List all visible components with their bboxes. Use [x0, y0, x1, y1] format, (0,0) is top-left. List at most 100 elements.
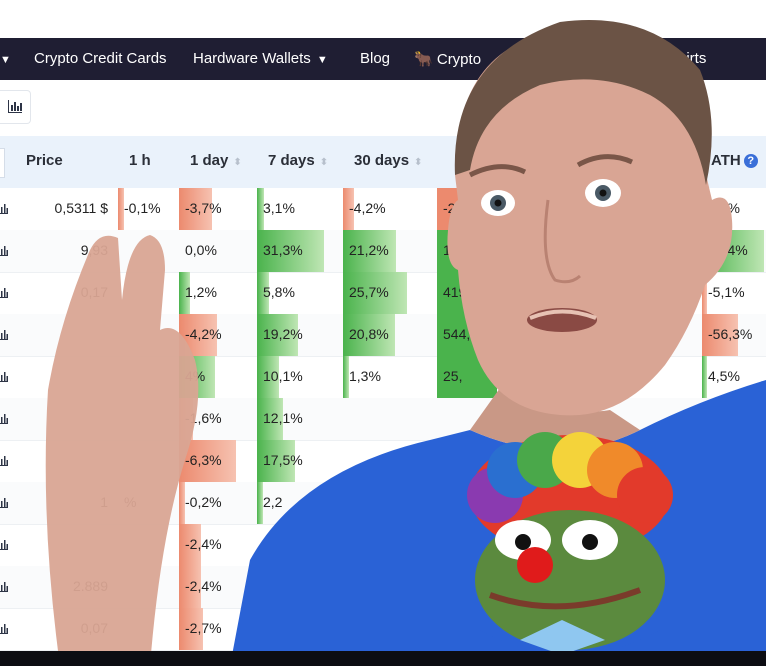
table-row[interactable]: 0,07 -2,7%: [0, 608, 766, 651]
table-toolbar: [0, 80, 766, 136]
change-cell-ath: [702, 482, 766, 524]
change-bar: [702, 188, 707, 230]
table-row[interactable]: -2,4%: [0, 524, 766, 567]
change-cell-ath: [702, 398, 766, 440]
change-value: 544,5: [443, 326, 479, 342]
mini-chart-icon[interactable]: [0, 538, 8, 550]
change-cell-d30: [343, 440, 418, 482]
price-cell: 1: [20, 482, 108, 524]
mini-chart-icon[interactable]: [0, 622, 8, 634]
change-value: -56,3%: [708, 326, 753, 342]
table-row[interactable]: 0,5311 $ -0,1% -3,7% 3,1% -4,2% 1,5%: [0, 188, 766, 231]
change-cell-h1: [118, 608, 176, 650]
price-value: 0,07: [80, 620, 108, 636]
table-row[interactable]: -1,6% 12,1%: [0, 398, 766, 441]
change-value: 12,1%: [263, 410, 303, 426]
price-cell: [20, 398, 108, 440]
change-cell-d30: 20,8%: [343, 314, 418, 356]
column-header-1day[interactable]: 1 day ⬍: [190, 152, 242, 169]
mini-chart-icon[interactable]: [0, 496, 8, 508]
mini-chart-icon[interactable]: [0, 244, 8, 256]
column-header-30days[interactable]: 30 days ⬍: [354, 152, 422, 169]
change-cell-h1: [118, 230, 176, 272]
table-row[interactable]: 0,17 1,2% 5,8% 25,7% -5,1%: [0, 272, 766, 315]
column-header-price[interactable]: Price: [26, 152, 63, 169]
price-cell: 0,17: [20, 272, 108, 314]
change-cell-ath: 1,5%: [702, 188, 766, 230]
video-bottom-bar: [0, 651, 766, 666]
change-value: -2,7%: [185, 620, 222, 636]
nav-item-crypto-credit-cards[interactable]: Crypto Credit Cards: [34, 50, 167, 67]
table-row[interactable]: 2.889 -2,4%: [0, 566, 766, 609]
price-cell: 2.889: [20, 566, 108, 608]
mini-chart-icon[interactable]: [0, 412, 8, 424]
column-header-ath[interactable]: ATH?: [711, 152, 758, 169]
change-cell-d1: -2,4%: [179, 524, 251, 566]
change-cell-h1: [118, 398, 176, 440]
chevron-down-icon: ▼: [316, 54, 328, 66]
change-value: -0,2%: [185, 494, 222, 510]
nav-item-label: Hardware Wallets: [193, 50, 311, 67]
mini-chart-icon[interactable]: [0, 286, 8, 298]
nav-item-dropdown-prev[interactable]: ▼: [0, 50, 11, 67]
change-cell-d7: 10,1%: [257, 356, 332, 398]
change-bar: [702, 272, 707, 314]
top-navigation-bar: ▼ Crypto Credit Cards Hardware Wallets ▼ …: [0, 38, 766, 80]
price-cell: 0,07: [20, 608, 108, 650]
price-cell: [20, 440, 108, 482]
mini-chart-icon[interactable]: [0, 328, 8, 340]
price-cell: 9,93: [20, 230, 108, 272]
price-cell: [20, 356, 108, 398]
change-cell-d1: -4,2%: [179, 314, 251, 356]
table-row[interactable]: -6,3% 17,5%: [0, 440, 766, 483]
table-row[interactable]: 4% 10,1% 1,3% 4,5%: [0, 356, 766, 399]
change-cell-d30: [343, 566, 418, 608]
nav-item-crypto[interactable]: 🐂 Crypto: [414, 50, 481, 68]
column-header-1h[interactable]: 1 h: [129, 152, 151, 169]
change-value: -0,1%: [124, 200, 161, 216]
change-cell-d7: [257, 608, 332, 650]
change-cell-h1: %: [118, 482, 176, 524]
price-value: 2.889: [72, 578, 108, 594]
change-value: 2,2: [263, 494, 283, 510]
change-value: 25,7%: [349, 284, 389, 300]
change-bar: [702, 356, 707, 398]
mini-chart-icon[interactable]: [0, 580, 8, 592]
bar-chart-icon: [8, 100, 22, 113]
partial-column-cell: 419,: [437, 272, 497, 314]
column-header-7days[interactable]: 7 days ⬍: [268, 152, 328, 169]
mini-chart-icon[interactable]: [0, 454, 8, 466]
change-value: 1,5%: [708, 200, 740, 216]
bull-icon: 🐂: [414, 51, 433, 68]
change-value: -2,4%: [185, 578, 222, 594]
change-cell-ath: [702, 440, 766, 482]
nav-item-hardware-wallets[interactable]: Hardware Wallets ▼: [193, 50, 328, 67]
change-cell-d1: -0,2%: [179, 482, 251, 524]
price-value: 0,17: [80, 284, 108, 300]
mini-chart-icon[interactable]: [0, 370, 8, 382]
price-cell: 0,5311 $: [20, 188, 108, 230]
change-value: 17,5%: [263, 452, 303, 468]
mini-chart-icon[interactable]: [0, 202, 8, 214]
nav-item-blog[interactable]: Blog: [360, 50, 390, 67]
table-row[interactable]: -4,2% 19,2% 20,8% -56,3%: [0, 314, 766, 357]
change-value: 25,: [443, 368, 463, 384]
change-value: 1,2%: [185, 284, 217, 300]
table-row[interactable]: 9,93 0,0% 31,3% 21,2% 97,4%: [0, 230, 766, 273]
select-all-checkbox[interactable]: [0, 148, 5, 178]
table-row[interactable]: 1% -0,2% 2,2: [0, 482, 766, 525]
change-cell-d1: -1,6%: [179, 398, 251, 440]
change-cell-d30: -4,2%: [343, 188, 418, 230]
chart-view-button[interactable]: [0, 90, 31, 124]
change-cell-h1: [118, 524, 176, 566]
change-value: 10,1%: [263, 368, 303, 384]
change-value: -2,4%: [185, 536, 222, 552]
change-cell-ath: -5,1%: [702, 272, 766, 314]
partial-column-cell: -2: [437, 188, 497, 230]
change-cell-h1: -0,1%: [118, 188, 176, 230]
change-cell-d7: 17,5%: [257, 440, 332, 482]
help-icon[interactable]: ?: [743, 154, 758, 168]
nav-item-shirts[interactable]: Shirts: [668, 50, 706, 67]
change-cell-d7: [257, 566, 332, 608]
change-value: 0,0%: [185, 242, 217, 258]
